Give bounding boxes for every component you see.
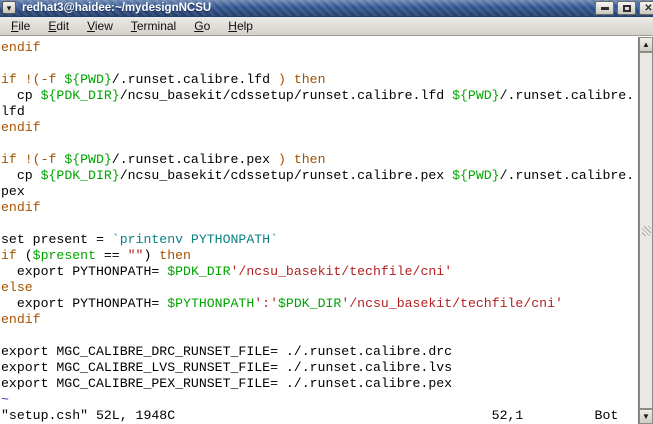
code-segment: /ncsu_basekit/cdssetup/runset.calibre.lf… [119,88,453,103]
terminal-line: pex [1,184,634,200]
code-segment: $present [32,248,96,263]
code-segment: if !(-f [1,72,65,87]
code-segment: lfd [1,104,25,119]
scroll-down-button[interactable]: ▼ [639,409,653,424]
terminal-line: endif [1,200,634,216]
scroll-up-button[interactable]: ▲ [639,37,653,52]
code-segment: ) [143,248,160,263]
arrow-up-icon: ▲ [642,40,650,49]
grip-icon [641,225,651,236]
terminal-line: lfd [1,104,634,120]
maximize-button[interactable] [617,1,636,15]
code-segment: ${PDK_DIR} [40,168,120,183]
arrow-down-icon: ▼ [642,412,650,421]
code-segment: /.runset.calibre.lfd [111,72,278,87]
terminal-line: if !(-f ${PWD}/.runset.calibre.lfd ) the… [1,72,634,88]
code-segment: ${PWD} [64,72,112,87]
terminal-line: set present = `printenv PYTHONPATH` [1,232,634,248]
code-segment: $PDK_DIR [278,296,342,311]
code-segment: endif [1,120,41,135]
code-segment: $PDK_DIR [167,264,231,279]
code-segment: export MGC_CALIBRE_PEX_RUNSET_FILE= ./.r… [1,376,453,391]
code-segment: `printenv PYTHONPATH` [111,232,278,247]
code-segment: export MGC_CALIBRE_LVS_RUNSET_FILE= ./.r… [1,360,453,375]
window-menu-button[interactable]: ▾ [2,1,16,14]
terminal-line: export MGC_CALIBRE_LVS_RUNSET_FILE= ./.r… [1,360,634,376]
code-segment: export PYTHONPATH= [1,296,168,311]
menu-file[interactable]: File [2,18,39,34]
code-segment: endif [1,312,41,327]
code-segment: ~ [1,392,9,407]
window-controls: ✕ [595,1,653,15]
code-segment: '/ncsu_basekit/techfile/cni' [341,296,563,311]
code-segment: /.runset.calibre.pex [111,152,278,167]
code-segment: endif [1,200,41,215]
terminal-line: if !(-f ${PWD}/.runset.calibre.pex ) the… [1,152,634,168]
code-segment: pex [1,184,25,199]
scrollbar-trough[interactable] [639,52,653,409]
menu-edit[interactable]: Edit [39,18,78,34]
terminal-line: else [1,280,634,296]
terminal-line: if ($present == "") then [1,248,634,264]
code-segment: ) then [278,72,326,87]
chevron-down-icon: ▾ [6,2,12,13]
terminal-line: ~ [1,392,634,408]
code-segment: /ncsu_basekit/cdssetup/runset.calibre.pe… [119,168,453,183]
code-segment: export MGC_CALIBRE_DRC_RUNSET_FILE= ./.r… [1,344,453,359]
code-segment: cp [1,168,41,183]
code-segment: ) then [278,152,326,167]
terminal-line: endif [1,312,634,328]
code-segment: ${PWD} [452,168,500,183]
code-segment: endif [1,40,41,55]
code-segment: if !(-f [1,152,65,167]
maximize-icon [622,4,631,12]
terminal-line: cp ${PDK_DIR}/ncsu_basekit/cdssetup/runs… [1,88,634,104]
code-segment: '/ncsu_basekit/techfile/cni' [230,264,453,279]
vim-editor-text: endif if !(-f ${PWD}/.runset.calibre.lfd … [1,40,634,408]
menu-help[interactable]: Help [219,18,262,34]
terminal-line: cp ${PDK_DIR}/ncsu_basekit/cdssetup/runs… [1,168,634,184]
menu-terminal[interactable]: Terminal [122,18,185,34]
code-segment: /.runset.calibre. [499,88,635,103]
minimize-button[interactable] [595,1,614,15]
code-segment: /.runset.calibre. [499,168,635,183]
terminal-line: export MGC_CALIBRE_PEX_RUNSET_FILE= ./.r… [1,376,634,392]
code-segment: ( [24,248,33,263]
scrollbar-thumb[interactable] [639,52,653,409]
titlebar[interactable]: ▾ redhat3@haidee:~/mydesignNCSU ✕ [0,0,653,17]
code-segment: ':' [254,296,279,311]
minimize-icon [600,6,609,10]
terminal-line: export PYTHONPATH= $PYTHONPATH':'$PDK_DI… [1,296,634,312]
terminal-line: export MGC_CALIBRE_DRC_RUNSET_FILE= ./.r… [1,344,634,360]
close-button[interactable]: ✕ [639,1,653,15]
code-segment: ${PDK_DIR} [40,88,120,103]
code-segment: "" [127,248,144,263]
code-segment: else [1,280,33,295]
code-segment: then [159,248,191,263]
code-segment: if [1,248,25,263]
terminal-line: endif [1,120,634,136]
code-segment: $PYTHONPATH [167,296,255,311]
menu-view[interactable]: View [78,18,122,34]
close-icon: ✕ [644,2,653,14]
code-segment: set present = [1,232,112,247]
terminal-line: endif [1,40,634,56]
menubar: File Edit View Terminal Go Help [0,17,653,36]
code-segment: == [95,248,128,263]
menu-go[interactable]: Go [185,18,219,34]
vim-status-line: "setup.csh" 52L, 1948C 52,1 Bot [1,408,619,423]
terminal-screen[interactable]: endif if !(-f ${PWD}/.runset.calibre.lfd … [0,37,638,424]
code-segment: export PYTHONPATH= [1,264,168,279]
window-title: redhat3@haidee:~/mydesignNCSU [22,2,212,14]
code-segment: cp [1,88,41,103]
terminal-line: export PYTHONPATH= $PDK_DIR'/ncsu_baseki… [1,264,634,280]
scrollbar: ▲ ▼ [638,37,653,424]
code-segment: ${PWD} [452,88,500,103]
code-segment: ${PWD} [64,152,112,167]
